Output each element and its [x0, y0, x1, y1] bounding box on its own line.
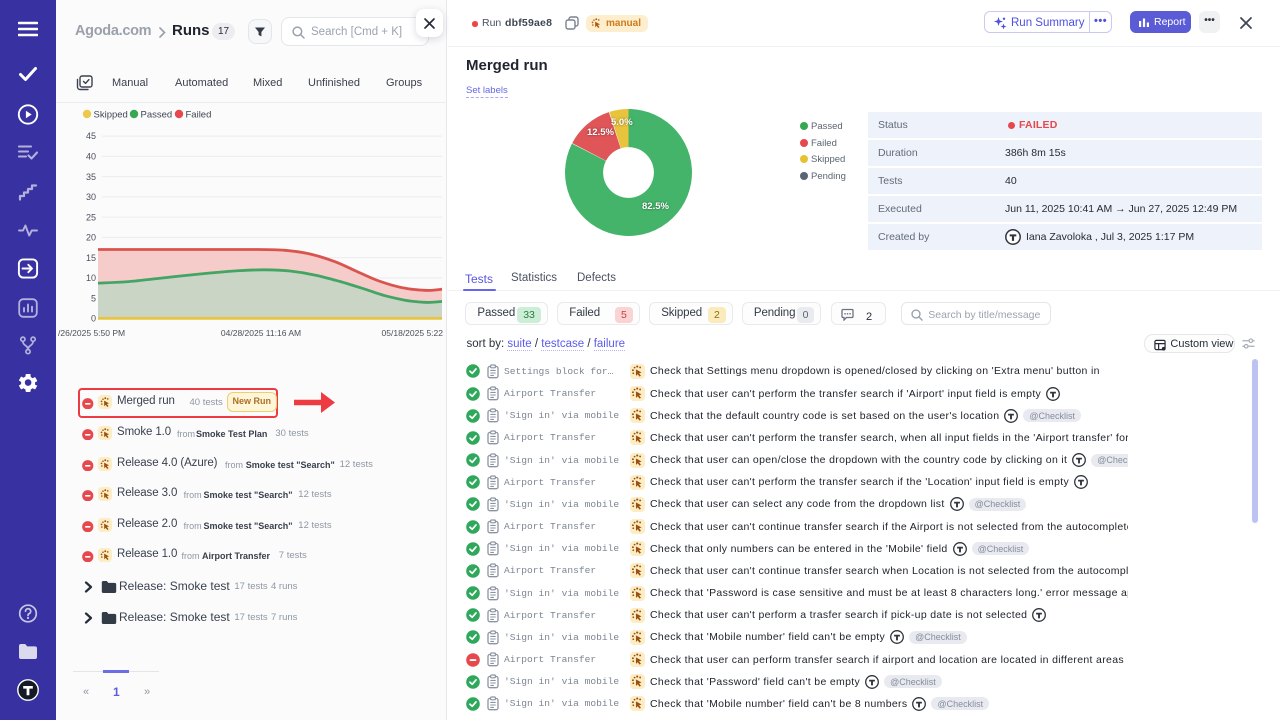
svg-text:Skipped: Skipped	[94, 110, 128, 121]
svg-text:Failed: Failed	[186, 110, 212, 121]
svg-text:Passed: Passed	[141, 110, 173, 121]
svg-text:0: 0	[91, 314, 96, 324]
svg-text:/26/2025 5:50 PM: /26/2025 5:50 PM	[58, 328, 125, 338]
svg-text:20: 20	[86, 233, 96, 243]
svg-text:45: 45	[86, 131, 96, 141]
svg-text:04/28/2025 11:16 AM: 04/28/2025 11:16 AM	[221, 328, 301, 338]
svg-text:25: 25	[86, 213, 96, 223]
svg-text:35: 35	[86, 172, 96, 182]
svg-text:30: 30	[86, 192, 96, 202]
svg-text:5: 5	[91, 294, 96, 304]
svg-text:05/18/2025 5:22: 05/18/2025 5:22	[382, 328, 444, 338]
svg-text:40: 40	[86, 152, 96, 162]
svg-text:15: 15	[86, 253, 96, 263]
svg-text:10: 10	[86, 273, 96, 283]
